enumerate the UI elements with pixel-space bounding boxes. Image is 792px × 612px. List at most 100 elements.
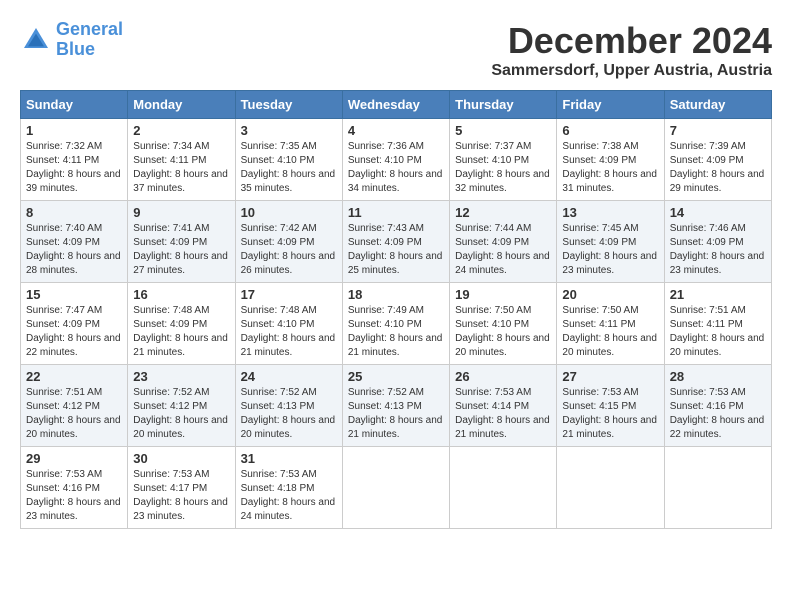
calendar-cell: 4 Sunrise: 7:36 AM Sunset: 4:10 PM Dayli…	[342, 119, 449, 201]
sunrise-label: Sunrise: 7:39 AM	[670, 141, 746, 152]
day-info: Sunrise: 7:37 AM Sunset: 4:10 PM Dayligh…	[455, 140, 551, 196]
day-number: 30	[133, 451, 229, 466]
sunrise-label: Sunrise: 7:40 AM	[26, 223, 102, 234]
daylight-label: Daylight: 8 hours and 20 minutes.	[26, 415, 121, 440]
daylight-label: Daylight: 8 hours and 21 minutes.	[348, 333, 443, 358]
day-info: Sunrise: 7:41 AM Sunset: 4:09 PM Dayligh…	[133, 222, 229, 278]
day-number: 29	[26, 451, 122, 466]
day-number: 8	[26, 205, 122, 220]
sunset-label: Sunset: 4:09 PM	[133, 237, 207, 248]
sunrise-label: Sunrise: 7:51 AM	[670, 305, 746, 316]
day-number: 17	[241, 287, 337, 302]
day-number: 18	[348, 287, 444, 302]
day-info: Sunrise: 7:51 AM Sunset: 4:11 PM Dayligh…	[670, 304, 766, 360]
day-info: Sunrise: 7:48 AM Sunset: 4:09 PM Dayligh…	[133, 304, 229, 360]
sunrise-label: Sunrise: 7:52 AM	[133, 387, 209, 398]
sunset-label: Sunset: 4:09 PM	[26, 237, 100, 248]
day-number: 31	[241, 451, 337, 466]
day-number: 9	[133, 205, 229, 220]
daylight-label: Daylight: 8 hours and 20 minutes.	[670, 333, 765, 358]
day-number: 28	[670, 369, 766, 384]
day-number: 11	[348, 205, 444, 220]
calendar-cell: 10 Sunrise: 7:42 AM Sunset: 4:09 PM Dayl…	[235, 201, 342, 283]
daylight-label: Daylight: 8 hours and 37 minutes.	[133, 169, 228, 194]
day-info: Sunrise: 7:52 AM Sunset: 4:13 PM Dayligh…	[241, 386, 337, 442]
sunset-label: Sunset: 4:12 PM	[26, 401, 100, 412]
day-number: 23	[133, 369, 229, 384]
sunset-label: Sunset: 4:14 PM	[455, 401, 529, 412]
calendar-cell: 17 Sunrise: 7:48 AM Sunset: 4:10 PM Dayl…	[235, 283, 342, 365]
logo-icon	[20, 24, 52, 56]
daylight-label: Daylight: 8 hours and 22 minutes.	[26, 333, 121, 358]
calendar-cell: 16 Sunrise: 7:48 AM Sunset: 4:09 PM Dayl…	[128, 283, 235, 365]
sunset-label: Sunset: 4:11 PM	[26, 155, 99, 166]
day-info: Sunrise: 7:36 AM Sunset: 4:10 PM Dayligh…	[348, 140, 444, 196]
sunrise-label: Sunrise: 7:44 AM	[455, 223, 531, 234]
calendar-cell	[450, 447, 557, 529]
calendar-cell: 28 Sunrise: 7:53 AM Sunset: 4:16 PM Dayl…	[664, 365, 771, 447]
sunrise-label: Sunrise: 7:53 AM	[133, 469, 209, 480]
sunset-label: Sunset: 4:15 PM	[562, 401, 636, 412]
calendar-cell: 15 Sunrise: 7:47 AM Sunset: 4:09 PM Dayl…	[21, 283, 128, 365]
sunrise-label: Sunrise: 7:38 AM	[562, 141, 638, 152]
daylight-label: Daylight: 8 hours and 23 minutes.	[670, 251, 765, 276]
calendar-cell: 19 Sunrise: 7:50 AM Sunset: 4:10 PM Dayl…	[450, 283, 557, 365]
sunrise-label: Sunrise: 7:50 AM	[562, 305, 638, 316]
sunrise-label: Sunrise: 7:42 AM	[241, 223, 317, 234]
calendar-cell: 9 Sunrise: 7:41 AM Sunset: 4:09 PM Dayli…	[128, 201, 235, 283]
sunrise-label: Sunrise: 7:49 AM	[348, 305, 424, 316]
weekday-header-sunday: Sunday	[21, 91, 128, 119]
sunset-label: Sunset: 4:09 PM	[241, 237, 315, 248]
daylight-label: Daylight: 8 hours and 21 minutes.	[455, 415, 550, 440]
daylight-label: Daylight: 8 hours and 21 minutes.	[133, 333, 228, 358]
daylight-label: Daylight: 8 hours and 28 minutes.	[26, 251, 121, 276]
sunrise-label: Sunrise: 7:37 AM	[455, 141, 531, 152]
sunset-label: Sunset: 4:09 PM	[26, 319, 100, 330]
calendar-cell	[664, 447, 771, 529]
logo-text: General Blue	[56, 20, 123, 60]
sunset-label: Sunset: 4:10 PM	[241, 155, 315, 166]
daylight-label: Daylight: 8 hours and 21 minutes.	[348, 415, 443, 440]
day-info: Sunrise: 7:53 AM Sunset: 4:17 PM Dayligh…	[133, 468, 229, 524]
day-info: Sunrise: 7:38 AM Sunset: 4:09 PM Dayligh…	[562, 140, 658, 196]
weekday-header-saturday: Saturday	[664, 91, 771, 119]
day-info: Sunrise: 7:46 AM Sunset: 4:09 PM Dayligh…	[670, 222, 766, 278]
sunset-label: Sunset: 4:17 PM	[133, 483, 207, 494]
sunset-label: Sunset: 4:10 PM	[241, 319, 315, 330]
weekday-header-row: SundayMondayTuesdayWednesdayThursdayFrid…	[21, 91, 772, 119]
day-number: 7	[670, 123, 766, 138]
sunset-label: Sunset: 4:09 PM	[562, 237, 636, 248]
day-info: Sunrise: 7:53 AM Sunset: 4:16 PM Dayligh…	[26, 468, 122, 524]
sunrise-label: Sunrise: 7:43 AM	[348, 223, 424, 234]
day-number: 21	[670, 287, 766, 302]
day-info: Sunrise: 7:52 AM Sunset: 4:13 PM Dayligh…	[348, 386, 444, 442]
daylight-label: Daylight: 8 hours and 34 minutes.	[348, 169, 443, 194]
day-number: 19	[455, 287, 551, 302]
day-number: 10	[241, 205, 337, 220]
sunrise-label: Sunrise: 7:52 AM	[348, 387, 424, 398]
day-info: Sunrise: 7:53 AM Sunset: 4:14 PM Dayligh…	[455, 386, 551, 442]
sunrise-label: Sunrise: 7:53 AM	[455, 387, 531, 398]
calendar-cell	[342, 447, 449, 529]
day-info: Sunrise: 7:34 AM Sunset: 4:11 PM Dayligh…	[133, 140, 229, 196]
day-number: 20	[562, 287, 658, 302]
sunset-label: Sunset: 4:13 PM	[241, 401, 315, 412]
calendar-week-row-1: 1 Sunrise: 7:32 AM Sunset: 4:11 PM Dayli…	[21, 119, 772, 201]
weekday-header-friday: Friday	[557, 91, 664, 119]
daylight-label: Daylight: 8 hours and 31 minutes.	[562, 169, 657, 194]
sunrise-label: Sunrise: 7:52 AM	[241, 387, 317, 398]
daylight-label: Daylight: 8 hours and 25 minutes.	[348, 251, 443, 276]
sunrise-label: Sunrise: 7:45 AM	[562, 223, 638, 234]
day-info: Sunrise: 7:51 AM Sunset: 4:12 PM Dayligh…	[26, 386, 122, 442]
day-info: Sunrise: 7:39 AM Sunset: 4:09 PM Dayligh…	[670, 140, 766, 196]
daylight-label: Daylight: 8 hours and 24 minutes.	[455, 251, 550, 276]
daylight-label: Daylight: 8 hours and 32 minutes.	[455, 169, 550, 194]
calendar-cell: 30 Sunrise: 7:53 AM Sunset: 4:17 PM Dayl…	[128, 447, 235, 529]
calendar-cell: 31 Sunrise: 7:53 AM Sunset: 4:18 PM Dayl…	[235, 447, 342, 529]
calendar-cell: 22 Sunrise: 7:51 AM Sunset: 4:12 PM Dayl…	[21, 365, 128, 447]
title-section: December 2024 Sammersdorf, Upper Austria…	[491, 20, 772, 80]
calendar-cell: 29 Sunrise: 7:53 AM Sunset: 4:16 PM Dayl…	[21, 447, 128, 529]
daylight-label: Daylight: 8 hours and 20 minutes.	[562, 333, 657, 358]
calendar-cell: 12 Sunrise: 7:44 AM Sunset: 4:09 PM Dayl…	[450, 201, 557, 283]
calendar-cell: 6 Sunrise: 7:38 AM Sunset: 4:09 PM Dayli…	[557, 119, 664, 201]
